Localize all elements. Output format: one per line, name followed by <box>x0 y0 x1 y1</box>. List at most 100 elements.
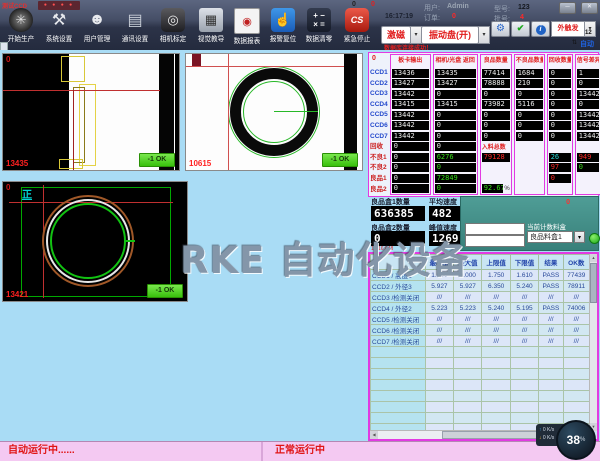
trigger-mode-select[interactable]: 外触发 <box>551 21 585 37</box>
toolbar-item-label: 开始生产 <box>3 34 39 44</box>
server-icon: ▤ <box>123 8 147 32</box>
settings-gear-button[interactable]: ⚙ <box>491 21 510 37</box>
close-button[interactable]: ✕ <box>581 2 598 14</box>
confirm-button[interactable]: ✔ <box>511 21 530 37</box>
camera-counter: 13421 <box>6 290 28 299</box>
measure-value-cell <box>539 369 563 380</box>
stats-row-label: 不良1 <box>370 153 388 164</box>
order-label: 订单: <box>424 13 440 23</box>
hopper-input-1[interactable] <box>465 223 525 235</box>
toolbar-item-data-clear[interactable]: + − × =数据清零 <box>300 8 338 44</box>
stats-cell: 0 <box>392 142 429 153</box>
measure-value-cell <box>425 347 453 358</box>
stats-value-box: 92.67 <box>482 184 504 193</box>
stats-cell: 0 <box>392 184 429 195</box>
stats-value-box: 72849 <box>435 174 476 183</box>
measure-value-cell: 5.223 <box>454 303 482 314</box>
toolbar-item-start-production[interactable]: ✳开始生产 <box>2 8 40 44</box>
download-speed: 0 K/s <box>543 435 554 441</box>
toolbar-item-vision-teaching[interactable]: ▦视觉教导 <box>192 8 230 44</box>
stats-value-box: 13442 <box>392 111 429 120</box>
stats-value-box: 0 <box>549 69 571 78</box>
toolbar-item-comm-settings[interactable]: ▤通讯设置 <box>116 8 154 44</box>
stats-column-header: 良品数量 <box>482 55 510 68</box>
measure-value-cell: 1.610 <box>510 270 538 281</box>
stats-cell: 13442 <box>577 131 599 142</box>
stats-cell: 0 <box>577 78 599 89</box>
measure-value-cell <box>563 391 589 402</box>
stats-value-box: 13442 <box>577 111 599 120</box>
stats-value-box: 0 <box>577 79 599 88</box>
stats-cell <box>577 173 599 184</box>
measure-value-cell: /// <box>482 314 510 325</box>
toolbar-item-user-management[interactable]: ☻用户管理 <box>78 8 116 44</box>
measure-value-cell <box>482 380 510 391</box>
stats-cell: 92.67% <box>482 184 510 195</box>
stats-cell: 0 <box>435 110 476 121</box>
toolbar-item-data-report[interactable]: ◉数据报表 <box>228 8 266 46</box>
vibrator-dropdown-icon[interactable]: ▾ <box>478 26 490 44</box>
measurement-table: 最小值最大值上限值下限值结果OK数CCD1 / 高度11.6800.0001.7… <box>368 252 599 441</box>
auto-spinner-icon[interactable]: ⇅ <box>572 39 577 46</box>
stats-column-header: 板卡输出 <box>392 55 429 68</box>
stats-column-3: 良品数量7741478888073982000入料总数7912892.67% <box>480 54 512 195</box>
minimize-button[interactable]: ─ <box>559 2 576 14</box>
h-scroll-thumb[interactable] <box>442 431 542 439</box>
info-button[interactable]: i <box>531 21 550 37</box>
measure-value-cell <box>563 358 589 369</box>
current-box-dropdown-icon[interactable]: ▾ <box>574 231 585 243</box>
stats-cell <box>516 173 543 184</box>
measure-value-cell <box>454 413 482 424</box>
stats-value-box: 0 <box>549 132 571 141</box>
measure-value-cell <box>482 402 510 413</box>
measure-value-cell: /// <box>539 292 563 303</box>
stats-cell <box>577 184 599 195</box>
toolbar-item-alarm-reset[interactable]: ☝报警复位 <box>264 8 302 44</box>
measure-row: CCD6 /检测关闭////////////////// <box>371 325 590 336</box>
stats-row-label: CCD6 <box>370 121 388 132</box>
excite-button[interactable]: 激磁 <box>381 26 411 44</box>
measure-value-cell <box>563 369 589 380</box>
vibrator-button[interactable]: 振动盘(开) <box>421 26 479 44</box>
measure-value-cell: PASS <box>539 281 563 292</box>
measure-value-cell: /// <box>539 314 563 325</box>
measure-row: CCD2 / 外径35.9275.9276.3505.240PASS78911 <box>371 281 590 292</box>
scroll-up-icon[interactable]: ▲ <box>590 254 597 262</box>
measure-value-cell <box>510 391 538 402</box>
stats-row-label: 不良2 <box>370 163 388 174</box>
hopper-input-2[interactable] <box>465 235 525 247</box>
scroll-left-icon[interactable]: ◀ <box>370 431 378 439</box>
measure-value-cell: /// <box>539 325 563 336</box>
measure-value-cell: PASS <box>539 303 563 314</box>
stats-cell <box>516 163 543 174</box>
stats-cell: 0 <box>435 131 476 142</box>
measure-value-cell: 1.680 <box>425 270 453 281</box>
user-label: 用户: <box>424 3 440 13</box>
stats-row-label: CCD4 <box>370 100 388 111</box>
measure-value-cell: 5.240 <box>510 281 538 292</box>
memory-usage-ball[interactable]: 38 % <box>556 420 596 460</box>
stats-value-box: 0 <box>392 142 429 151</box>
current-box-select[interactable]: 良品料盒1 <box>527 231 573 243</box>
measure-header-cell <box>371 255 426 270</box>
toolbar-item-camera-calibration[interactable]: ◎相机标定 <box>154 8 192 44</box>
toolbar-item-system-settings[interactable]: ⚒系统设置 <box>40 8 78 44</box>
stats-cell: 0 <box>577 99 599 110</box>
stats-value-box: 26 <box>549 153 571 162</box>
measure-name-cell <box>371 358 426 369</box>
stats-value-box: 13427 <box>392 79 429 88</box>
stats-cell: 0 <box>482 131 510 142</box>
stats-cell: 13415 <box>392 99 429 110</box>
measure-name-cell <box>371 369 426 380</box>
measure-header-cell: OK数 <box>563 255 589 270</box>
measure-value-cell: /// <box>510 336 538 347</box>
toolbar-item-label: 报警复位 <box>265 34 301 44</box>
measure-value-cell <box>563 402 589 413</box>
vertical-scrollbar[interactable]: ▲ ▼ <box>589 254 597 431</box>
measure-value-cell: 74006 <box>563 303 589 314</box>
measure-value-cell: /// <box>510 292 538 303</box>
toolbar-item-emergency-stop[interactable]: CS紧急停止 <box>338 8 376 44</box>
measure-value-cell <box>539 358 563 369</box>
v-scroll-thumb[interactable] <box>590 263 597 303</box>
toolbar-item-label: 数据报表 <box>229 36 265 46</box>
